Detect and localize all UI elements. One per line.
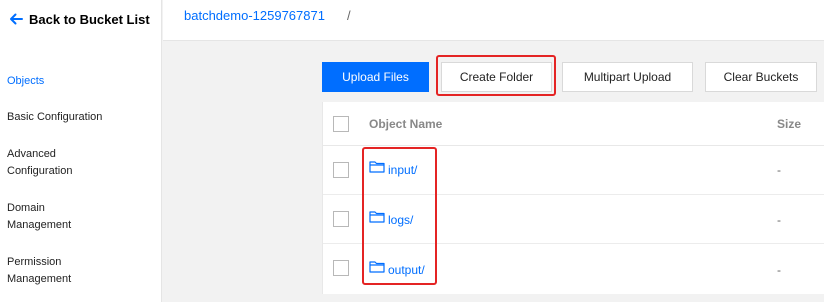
table-row[interactable]: input/ -: [323, 146, 824, 195]
object-size: -: [777, 213, 781, 227]
back-to-bucket-list-link[interactable]: Back to Bucket List: [8, 10, 158, 30]
folder-name-link[interactable]: logs/: [388, 213, 413, 227]
table-header: Object Name Size: [323, 102, 824, 146]
sidebar-item-basic-configuration[interactable]: Basic Configuration: [7, 109, 157, 126]
sidebar-item-objects[interactable]: Objects: [7, 73, 157, 90]
folder-name-link[interactable]: input/: [388, 163, 417, 177]
sidebar-item-advanced-configuration[interactable]: Advanced Configuration: [7, 146, 107, 180]
table-row[interactable]: logs/ -: [323, 195, 824, 244]
folder-icon: [369, 261, 385, 273]
create-folder-button[interactable]: Create Folder: [441, 62, 552, 92]
row-checkbox[interactable]: [333, 260, 349, 276]
breadcrumb-separator: /: [347, 8, 351, 23]
row-checkbox[interactable]: [333, 162, 349, 178]
breadcrumb: batchdemo-1259767871 /: [163, 0, 824, 41]
sidebar-item-permission-management[interactable]: Permission Management: [7, 254, 107, 288]
folder-icon: [369, 161, 385, 173]
select-all-checkbox[interactable]: [333, 116, 349, 132]
multipart-upload-button[interactable]: Multipart Upload: [562, 62, 693, 92]
column-header-size[interactable]: Size: [777, 117, 801, 131]
object-size: -: [777, 163, 781, 177]
row-checkbox[interactable]: [333, 211, 349, 227]
upload-files-button[interactable]: Upload Files: [322, 62, 429, 92]
table-row[interactable]: output/ -: [323, 244, 824, 293]
object-table: Object Name Size input/ - logs/ - output…: [322, 102, 824, 294]
object-size: -: [777, 263, 781, 277]
clear-buckets-button[interactable]: Clear Buckets: [705, 62, 817, 92]
folder-icon: [369, 211, 385, 223]
arrow-left-icon: [10, 13, 23, 25]
sidebar: Back to Bucket List Objects Basic Config…: [0, 0, 162, 302]
sidebar-item-domain-management[interactable]: Domain Management: [7, 200, 97, 234]
breadcrumb-bucket-link[interactable]: batchdemo-1259767871: [184, 8, 325, 23]
back-link-label: Back to Bucket List: [29, 12, 150, 27]
column-header-object-name[interactable]: Object Name: [369, 117, 442, 131]
folder-name-link[interactable]: output/: [388, 263, 425, 277]
